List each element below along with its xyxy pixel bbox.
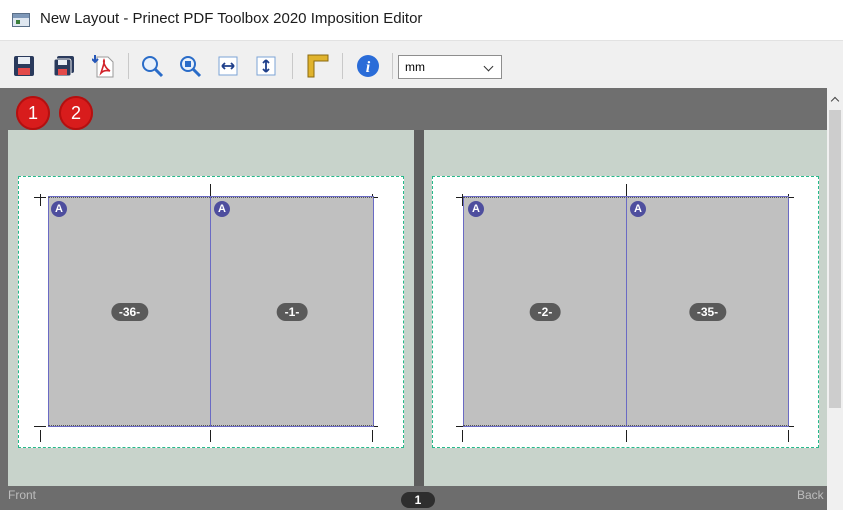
crop-mark (34, 426, 46, 427)
save-icon (14, 56, 34, 76)
info-icon: i (357, 55, 379, 77)
zoom-fit-button[interactable] (176, 52, 204, 80)
toolbar-separator (292, 53, 293, 79)
zoom-button[interactable] (138, 52, 166, 80)
crop-mark (210, 430, 211, 442)
app-icon (12, 13, 30, 27)
crop-mark (462, 430, 463, 442)
save-as-icon (53, 56, 74, 77)
fit-width-icon (218, 56, 238, 76)
page-number-label: -36- (110, 302, 149, 321)
back-side-label: Back (797, 488, 824, 502)
workspace-header: 1 2 (0, 88, 827, 130)
window-title: New Layout - Prinect PDF Toolbox 2020 Im… (40, 10, 423, 27)
unit-select[interactable]: mm (398, 55, 502, 79)
page-edge-line (48, 425, 374, 426)
page-edge-line (48, 197, 374, 198)
page-marker-a[interactable]: A (630, 201, 646, 217)
svg-text:i: i (366, 59, 371, 76)
imposition-workspace: 1 2 -36- -1- A A -2- -35- A A Front Back… (0, 88, 827, 510)
sheet-divider (414, 130, 424, 486)
export-pdf-button[interactable] (90, 52, 118, 80)
ruler-button[interactable] (304, 52, 332, 80)
save-button[interactable] (10, 52, 38, 80)
page-cell[interactable]: -1- (210, 196, 374, 427)
toolbar-separator (128, 53, 129, 79)
crop-mark (40, 194, 41, 206)
toolbar: i mm (0, 40, 843, 88)
toolbar-separator (392, 53, 393, 79)
page-marker-a[interactable]: A (214, 201, 230, 217)
front-side-label: Front (8, 488, 37, 502)
page-number-label: -1- (276, 302, 308, 321)
chevron-down-icon (483, 61, 494, 72)
sheet-number-badge[interactable]: 1 (401, 492, 435, 508)
ruler-icon (307, 54, 329, 78)
page-edge-line (463, 197, 789, 198)
crop-mark (626, 430, 627, 442)
page-marker-a[interactable]: A (468, 201, 484, 217)
crop-mark (788, 430, 789, 442)
page-edge-line (463, 425, 789, 426)
front-sheet[interactable]: -36- -1- A A (8, 130, 414, 486)
crop-mark (40, 430, 41, 442)
fit-width-button[interactable] (214, 52, 242, 80)
fit-height-button[interactable] (252, 52, 280, 80)
toolbar-separator (342, 53, 343, 79)
crop-mark (372, 430, 373, 442)
back-sheet[interactable]: -2- -35- A A (424, 130, 827, 486)
vertical-scrollbar[interactable] (827, 88, 843, 510)
info-button[interactable]: i (354, 52, 382, 80)
page-number-label: -2- (529, 302, 561, 321)
page-cell[interactable]: -35- (626, 196, 789, 427)
zoom-fit-icon (180, 56, 202, 78)
page-cell[interactable]: -36- (48, 196, 211, 427)
sheet-badge-1[interactable]: 1 (16, 96, 50, 130)
page-marker-a[interactable]: A (51, 201, 67, 217)
pdf-export-icon (92, 55, 114, 78)
page-number-label: -35- (688, 302, 727, 321)
title-bar: New Layout - Prinect PDF Toolbox 2020 Im… (0, 0, 843, 40)
scroll-up-icon[interactable] (830, 96, 840, 106)
zoom-icon (142, 56, 164, 78)
save-as-button[interactable] (50, 52, 78, 80)
sheet-badge-2[interactable]: 2 (59, 96, 93, 130)
fit-height-icon (256, 56, 276, 76)
scrollbar-thumb[interactable] (829, 110, 841, 408)
unit-select-value: mm (405, 60, 425, 74)
page-cell[interactable]: -2- (463, 196, 627, 427)
crop-mark (34, 197, 46, 198)
